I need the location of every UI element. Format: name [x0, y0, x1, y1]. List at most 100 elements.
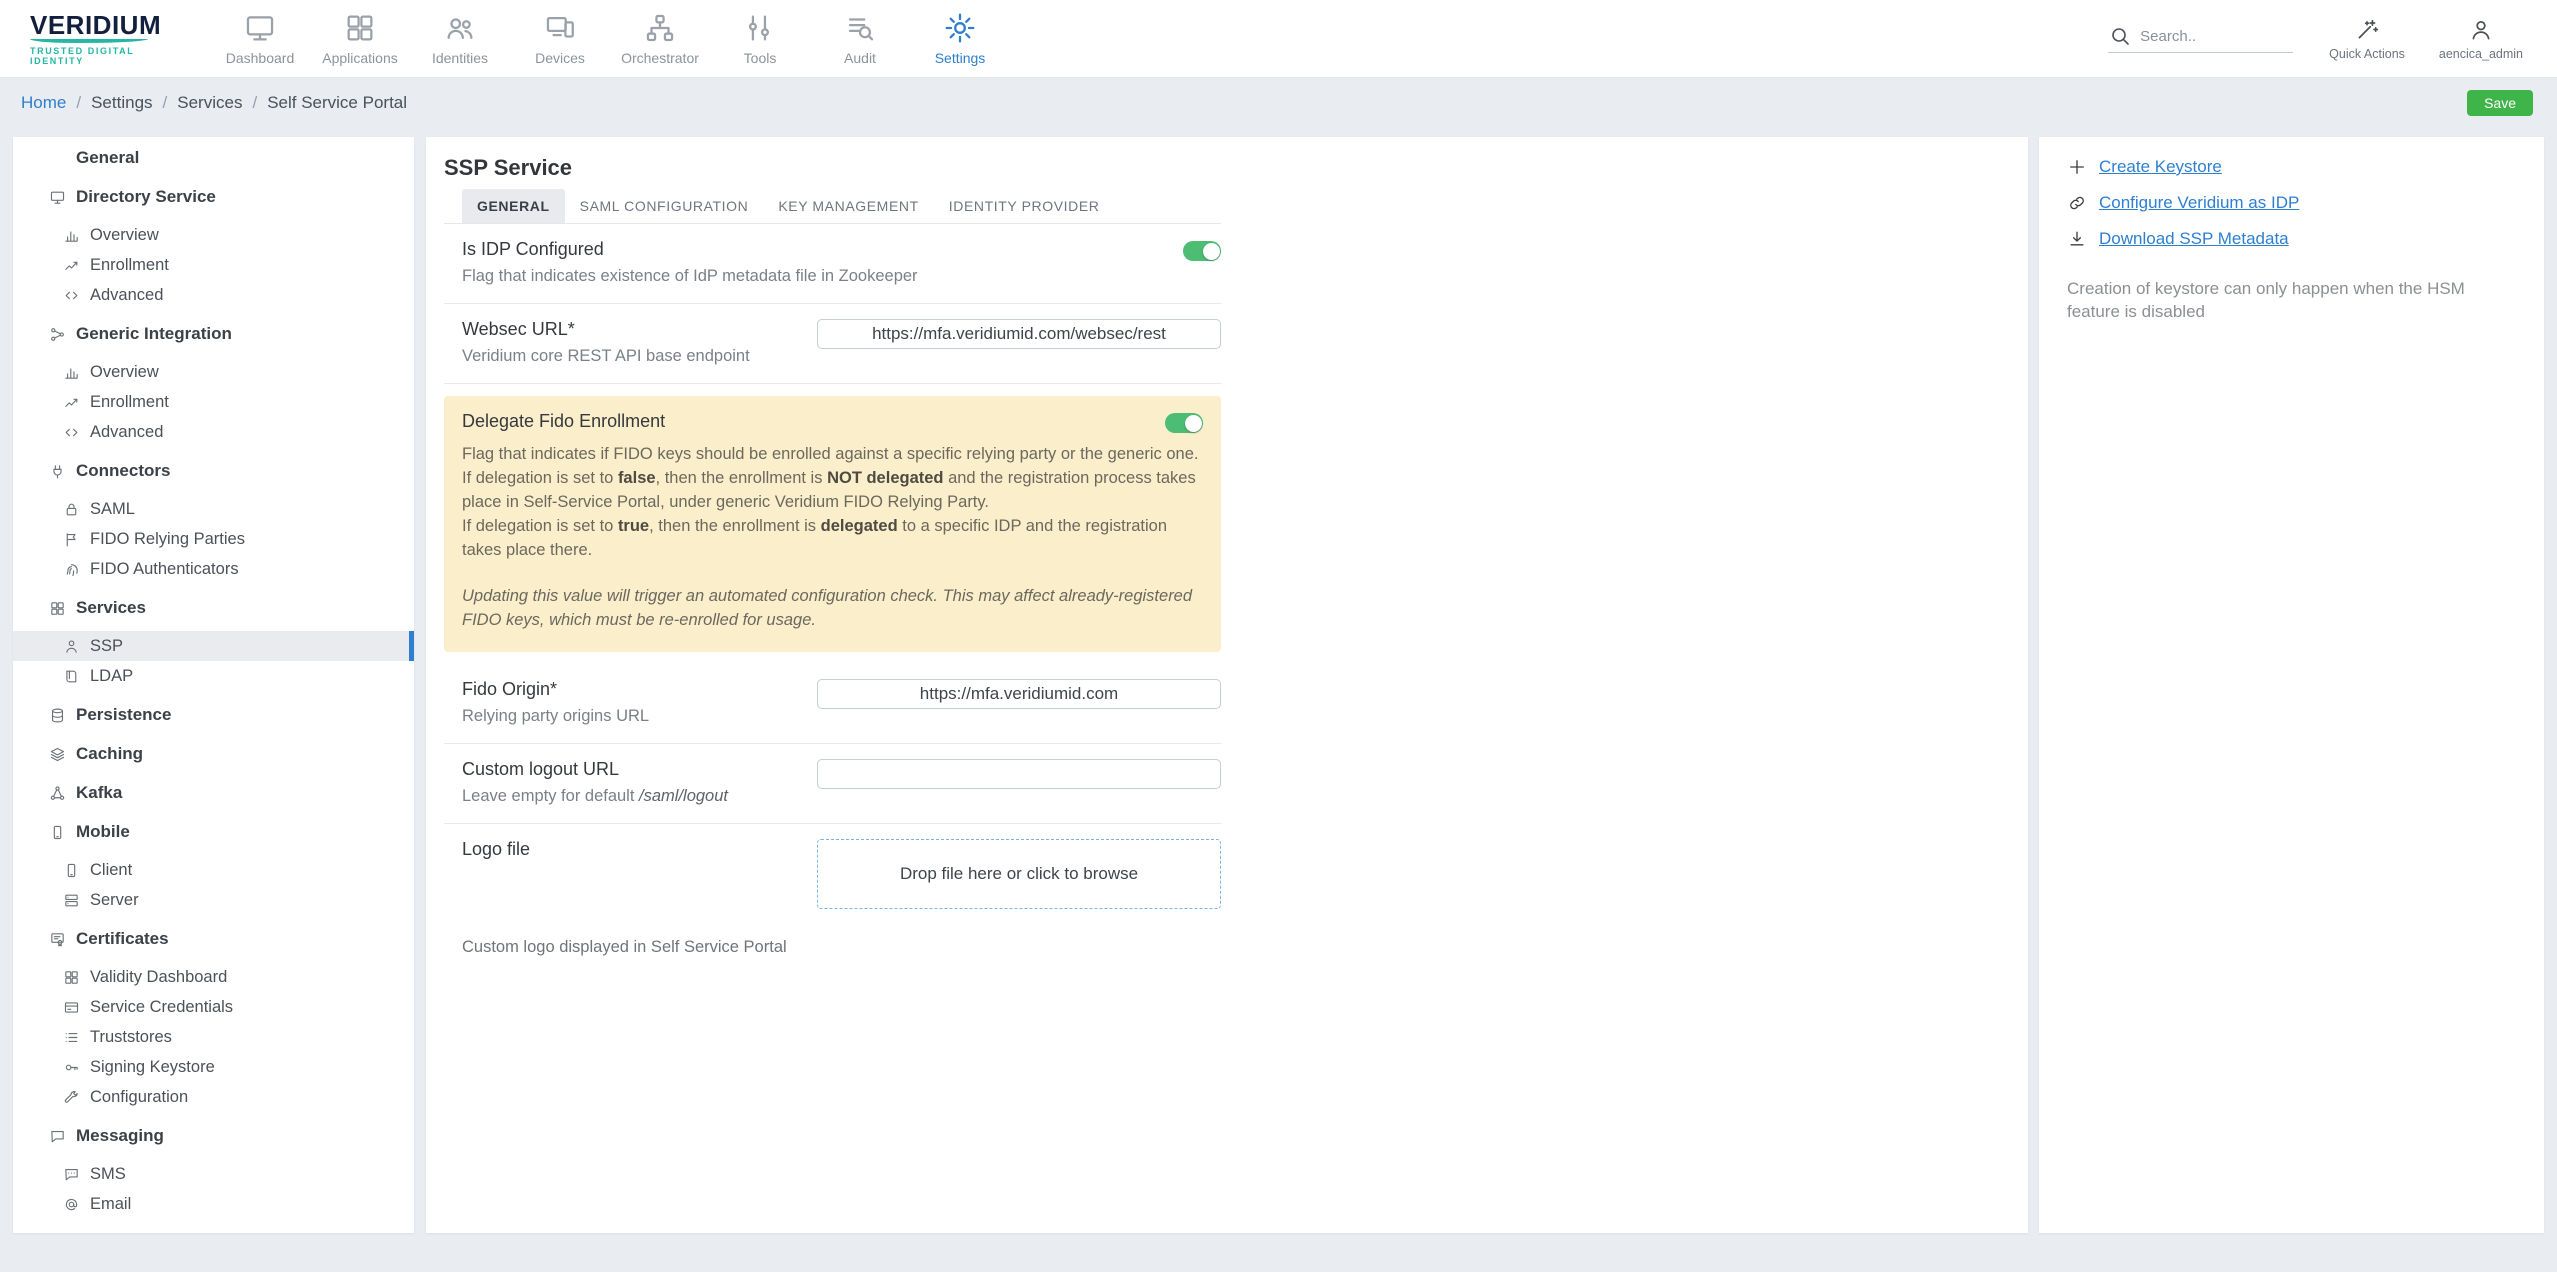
sidebar-label: Service Credentials [90, 997, 234, 1016]
breadcrumb-link-settings[interactable]: Settings [91, 93, 152, 113]
sidebar-section-general[interactable]: General [13, 143, 414, 173]
nav-item-audit[interactable]: Audit [810, 0, 910, 77]
sidebar-item-service-credentials[interactable]: Service Credentials [13, 992, 414, 1022]
veridium-logo[interactable]: VERIDIUM TRUSTED DIGITAL IDENTITY [30, 12, 180, 66]
breadcrumb: Home / Settings / Services / Self Service Port… [21, 93, 407, 113]
sidebar-item-saml[interactable]: SAML [13, 494, 414, 524]
delegate-fido-toggle[interactable] [1165, 413, 1203, 433]
breadcrumb-link-services[interactable]: Services [177, 93, 242, 113]
sidebar-section-caching[interactable]: Caching [13, 739, 414, 769]
fido-origin-input[interactable] [817, 679, 1221, 709]
sidebar-item-enrollment[interactable]: Enrollment [13, 387, 414, 417]
sidebar-label: Persistence [76, 705, 172, 724]
sidebar-item-ssp[interactable]: SSP [13, 631, 414, 661]
sidebar-section-connectors[interactable]: Connectors [13, 456, 414, 486]
chart-icon [63, 227, 80, 244]
sidebar-section-services[interactable]: Services [13, 593, 414, 623]
tab-key-management[interactable]: KEY MANAGEMENT [763, 189, 933, 223]
sidebar-item-sms[interactable]: SMS [13, 1159, 414, 1189]
sidebar-item-enrollment[interactable]: Enrollment [13, 250, 414, 280]
settings-icon [943, 11, 977, 45]
stats-icon [63, 257, 80, 274]
flag-icon [63, 531, 80, 548]
sidebar-item-signing-keystore[interactable]: Signing Keystore [13, 1052, 414, 1082]
sidebar-item-configuration[interactable]: Configuration [13, 1082, 414, 1112]
sidebar-item-fido-authenticators[interactable]: FIDO Authenticators [13, 554, 414, 584]
general-tab-form: Is IDP Configured Flag that indicates ex… [444, 224, 1221, 957]
grid-icon [63, 969, 80, 986]
search-input[interactable] [2140, 27, 2271, 45]
tab-general[interactable]: GENERAL [462, 189, 565, 223]
sidebar-label: Validity Dashboard [90, 967, 228, 986]
delegate-description-line: Flag that indicates if FIDO keys should … [462, 445, 1199, 463]
sidebar-item-email[interactable]: Email [13, 1189, 414, 1219]
sidebar-section-mobile[interactable]: Mobile [13, 817, 414, 847]
plus-icon [2067, 157, 2087, 177]
logo-dropzone[interactable]: Drop file here or click to browse [817, 839, 1221, 909]
sidebar-item-advanced[interactable]: Advanced [13, 417, 414, 447]
sidebar-section-messaging[interactable]: Messaging [13, 1121, 414, 1151]
user-icon [2468, 17, 2494, 43]
sidebar-section-generic-integration[interactable]: Generic Integration [13, 319, 414, 349]
sidebar-item-truststores[interactable]: Truststores [13, 1022, 414, 1052]
mobile-icon [49, 824, 66, 841]
audit-icon [843, 11, 877, 45]
sidebar-label: Services [76, 598, 146, 617]
sidebar-item-server[interactable]: Server [13, 885, 414, 915]
action-label: Configure Veridium as IDP [2099, 193, 2300, 212]
sidebar-label: General [76, 148, 140, 167]
nav-item-identities[interactable]: Identities [410, 0, 510, 77]
user-name-label: aencica_admin [2438, 46, 2523, 61]
breadcrumb-separator: / [252, 93, 258, 112]
nav-item-devices[interactable]: Devices [510, 0, 610, 77]
delegate-fido-label: Delegate Fido Enrollment [462, 411, 666, 431]
devices-icon [543, 11, 577, 45]
server-icon [63, 892, 80, 909]
sidebar-section-kafka[interactable]: Kafka [13, 778, 414, 808]
nav-item-orchestrator[interactable]: Orchestrator [610, 0, 710, 77]
link-icon [2067, 193, 2087, 213]
logout-default-path: /saml/logout [639, 787, 728, 805]
download-ssp-metadata-action[interactable]: Download SSP Metadata [2067, 229, 2516, 249]
sidebar-item-client[interactable]: Client [13, 855, 414, 885]
at-icon [63, 1196, 80, 1213]
sidebar-section-persistence[interactable]: Persistence [13, 700, 414, 730]
nav-item-settings[interactable]: Settings [910, 0, 1010, 77]
sidebar-item-ldap[interactable]: LDAP [13, 661, 414, 691]
nav-item-tools[interactable]: Tools [710, 0, 810, 77]
configure-veridium-as-idp-action[interactable]: Configure Veridium as IDP [2067, 193, 2516, 213]
tools-icon [743, 11, 777, 45]
sidebar-label: Certificates [76, 929, 169, 948]
top-navbar: VERIDIUM TRUSTED DIGITAL IDENTITY Dashbo… [0, 0, 2557, 78]
create-keystore-action[interactable]: Create Keystore [2067, 157, 2516, 177]
is-idp-configured-toggle[interactable] [1183, 241, 1221, 261]
tab-identity-provider[interactable]: IDENTITY PROVIDER [934, 189, 1115, 223]
user-menu[interactable]: aencica_admin [2439, 17, 2523, 61]
delegate-fido-description: Flag that indicates if FIDO keys should … [462, 442, 1203, 562]
breadcrumb-link-home[interactable]: Home [21, 93, 66, 113]
download-icon [2067, 229, 2087, 249]
settings-sidebar: General Directory Service Overview Enrollme… [13, 137, 414, 1233]
sidebar-item-advanced[interactable]: Advanced [13, 280, 414, 310]
wrench-icon [63, 1089, 80, 1106]
sidebar-section-directory-service[interactable]: Directory Service [13, 182, 414, 212]
save-button[interactable]: Save [2467, 90, 2533, 116]
nav-item-dashboard[interactable]: Dashboard [210, 0, 310, 77]
sidebar-label: Email [90, 1194, 132, 1213]
nav-item-applications[interactable]: Applications [310, 0, 410, 77]
sidebar-item-fido-relying-parties[interactable]: FIDO Relying Parties [13, 524, 414, 554]
quick-actions-button[interactable]: Quick Actions [2329, 17, 2405, 61]
custom-logout-input[interactable] [817, 759, 1221, 789]
fido-origin-label: Fido Origin* [462, 679, 558, 699]
sidebar-section-certificates[interactable]: Certificates [13, 924, 414, 954]
sidebar-label: Directory Service [76, 187, 216, 206]
sidebar-item-overview[interactable]: Overview [13, 220, 414, 250]
tab-saml-configuration[interactable]: SAML CONFIGURATION [565, 189, 764, 223]
websec-url-input[interactable] [817, 319, 1221, 349]
identities-icon [443, 11, 477, 45]
mobile-icon [63, 862, 80, 879]
field-fido-origin: Fido Origin* Relying party origins URL [444, 664, 1221, 743]
sidebar-item-overview[interactable]: Overview [13, 357, 414, 387]
sidebar-label: Overview [90, 362, 159, 381]
sidebar-item-validity-dashboard[interactable]: Validity Dashboard [13, 962, 414, 992]
